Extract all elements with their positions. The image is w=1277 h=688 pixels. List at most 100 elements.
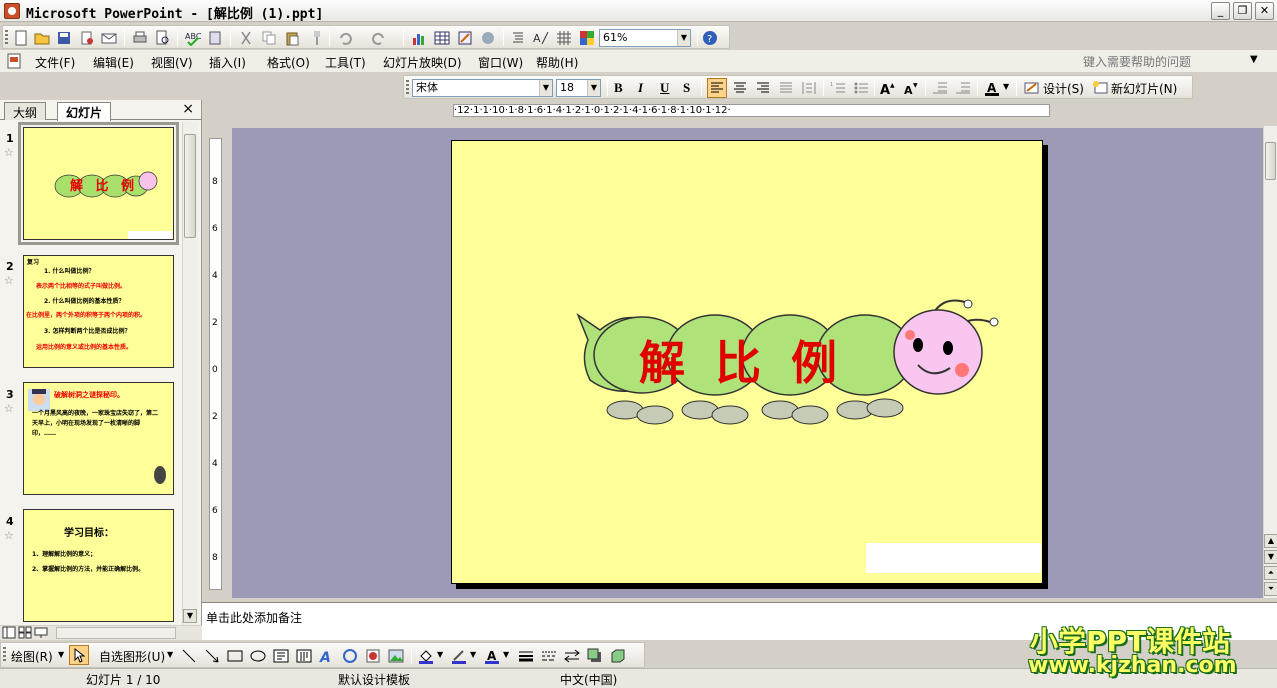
diagram-icon[interactable]: [342, 648, 358, 664]
close-icon[interactable]: ×: [182, 101, 194, 117]
minimize-button[interactable]: _: [1211, 2, 1230, 20]
font-color-icon[interactable]: A: [484, 648, 500, 664]
slide-title[interactable]: 解比例: [639, 327, 867, 393]
permission-icon[interactable]: [79, 30, 95, 46]
numbering-icon[interactable]: 1: [830, 80, 846, 96]
vertical-textbox-icon[interactable]: [296, 648, 312, 664]
cut-icon[interactable]: [238, 30, 254, 46]
menu-edit[interactable]: 编辑(E): [93, 54, 134, 71]
normal-view-icon[interactable]: [2, 626, 16, 639]
help-icon[interactable]: ?: [702, 30, 718, 46]
draw-menu-button[interactable]: 绘图(R): [11, 648, 53, 665]
toolbar-grip[interactable]: [406, 80, 409, 96]
new-slide-button[interactable]: 新幻灯片(N): [1111, 80, 1177, 97]
previous-slide-icon[interactable]: ⏶: [1264, 566, 1277, 580]
slides-scrollbar[interactable]: ▼: [182, 122, 198, 625]
chevron-down-icon[interactable]: ▼: [539, 80, 552, 96]
design-icon[interactable]: [1024, 80, 1040, 96]
menu-slideshow[interactable]: 幻灯片放映(D): [383, 54, 462, 71]
insert-table-icon[interactable]: [434, 30, 450, 46]
scroll-down-icon[interactable]: ▼: [1264, 550, 1277, 564]
slide-thumbnail-4[interactable]: 学习目标： 1、理解解比例的意义； 2、掌握解比例的方法，并能正确解比例。: [23, 509, 174, 622]
new-document-icon[interactable]: [13, 30, 29, 46]
menu-help[interactable]: 帮助(H): [536, 54, 578, 71]
font-color-icon[interactable]: A: [984, 80, 1000, 96]
line-icon[interactable]: [181, 648, 197, 664]
chevron-down-icon[interactable]: ▼: [587, 80, 600, 96]
print-preview-icon[interactable]: [155, 30, 171, 46]
distribute-icon[interactable]: [801, 80, 817, 96]
align-center-icon[interactable]: [732, 80, 748, 96]
shadow-style-icon[interactable]: [587, 648, 603, 664]
undo-icon[interactable]: [337, 30, 353, 46]
main-scrollbar[interactable]: ▲ ▼ ⏶ ⏷: [1263, 126, 1277, 598]
align-right-icon[interactable]: [755, 80, 771, 96]
slide-thumbnail-2[interactable]: 复习 1. 什么叫做比例？ 表示两个比相等的式子叫做比例。 2. 什么叫做比例的…: [23, 255, 174, 368]
tab-slides[interactable]: 幻灯片: [57, 102, 112, 121]
align-left-button[interactable]: [707, 78, 727, 98]
line-color-icon[interactable]: [451, 648, 467, 664]
show-grid-icon[interactable]: [556, 30, 572, 46]
picture-icon[interactable]: [388, 648, 404, 664]
notes-placeholder[interactable]: 单击此处添加备注: [206, 609, 302, 626]
close-button[interactable]: ✕: [1255, 2, 1274, 20]
save-icon[interactable]: [56, 30, 72, 46]
restore-button[interactable]: ❐: [1233, 2, 1252, 20]
paste-icon[interactable]: [284, 30, 300, 46]
menu-file[interactable]: 文件(F): [35, 54, 75, 71]
decrease-indent-icon[interactable]: [932, 80, 948, 96]
bullets-icon[interactable]: [853, 80, 869, 96]
rectangle-icon[interactable]: [227, 648, 243, 664]
font-size-select[interactable]: 18 ▼: [556, 79, 601, 97]
tab-outline[interactable]: 大纲: [4, 102, 47, 120]
clipart-icon[interactable]: [365, 648, 381, 664]
font-select[interactable]: 宋体 ▼: [412, 79, 553, 97]
shadow-button[interactable]: S: [683, 80, 690, 96]
chevron-down-icon[interactable]: ▼: [1003, 82, 1009, 91]
textbox-icon[interactable]: [273, 648, 289, 664]
increase-indent-icon[interactable]: [955, 80, 971, 96]
italic-button[interactable]: I: [638, 80, 643, 96]
scrollbar-thumb[interactable]: [184, 134, 196, 238]
design-button[interactable]: 设计(S): [1043, 80, 1084, 97]
zoom-select[interactable]: 61% ▼: [599, 29, 691, 47]
line-style-icon[interactable]: [518, 648, 534, 664]
decrease-font-icon[interactable]: A ▼: [903, 80, 919, 96]
3d-style-icon[interactable]: [610, 648, 626, 664]
help-dropdown-icon[interactable]: ▼: [1250, 54, 1258, 65]
menu-insert[interactable]: 插入(I): [209, 54, 246, 71]
underline-button[interactable]: U: [660, 80, 669, 96]
open-folder-icon[interactable]: [34, 30, 50, 46]
chevron-down-icon[interactable]: ▼: [437, 650, 443, 659]
format-painter-icon[interactable]: [307, 30, 323, 46]
print-icon[interactable]: [132, 30, 148, 46]
horizontal-scrollbar[interactable]: [56, 627, 176, 639]
oval-icon[interactable]: [250, 648, 266, 664]
tables-borders-icon[interactable]: [457, 30, 473, 46]
color-grayscale-icon[interactable]: [579, 30, 595, 46]
toolbar-grip[interactable]: [5, 30, 8, 46]
document-icon[interactable]: [6, 53, 22, 69]
expand-all-icon[interactable]: [510, 30, 526, 46]
wordart-icon[interactable]: A: [319, 648, 335, 664]
fill-color-icon[interactable]: [418, 648, 434, 664]
scroll-up-icon[interactable]: ▲: [1264, 534, 1277, 548]
redo-icon[interactable]: [371, 30, 387, 46]
insert-hyperlink-icon[interactable]: [480, 30, 496, 46]
slide-sorter-icon[interactable]: [18, 626, 32, 639]
menu-tools[interactable]: 工具(T): [325, 54, 366, 71]
toolbar-grip[interactable]: [3, 647, 6, 663]
slideshow-view-icon[interactable]: [34, 626, 48, 639]
show-formatting-icon[interactable]: A: [533, 30, 549, 46]
copy-icon[interactable]: [261, 30, 277, 46]
arrow-icon[interactable]: [204, 648, 220, 664]
scrollbar-thumb[interactable]: [1265, 142, 1276, 180]
chevron-down-icon[interactable]: ▼: [470, 650, 476, 659]
slide-thumbnail-1[interactable]: 解 比 例: [18, 122, 179, 245]
scroll-down-icon[interactable]: ▼: [183, 609, 197, 623]
select-objects-button[interactable]: [69, 645, 89, 665]
email-icon[interactable]: [101, 30, 117, 46]
next-slide-icon[interactable]: ⏷: [1264, 582, 1277, 596]
insert-chart-icon[interactable]: [411, 30, 427, 46]
chevron-down-icon[interactable]: ▼: [677, 30, 690, 46]
